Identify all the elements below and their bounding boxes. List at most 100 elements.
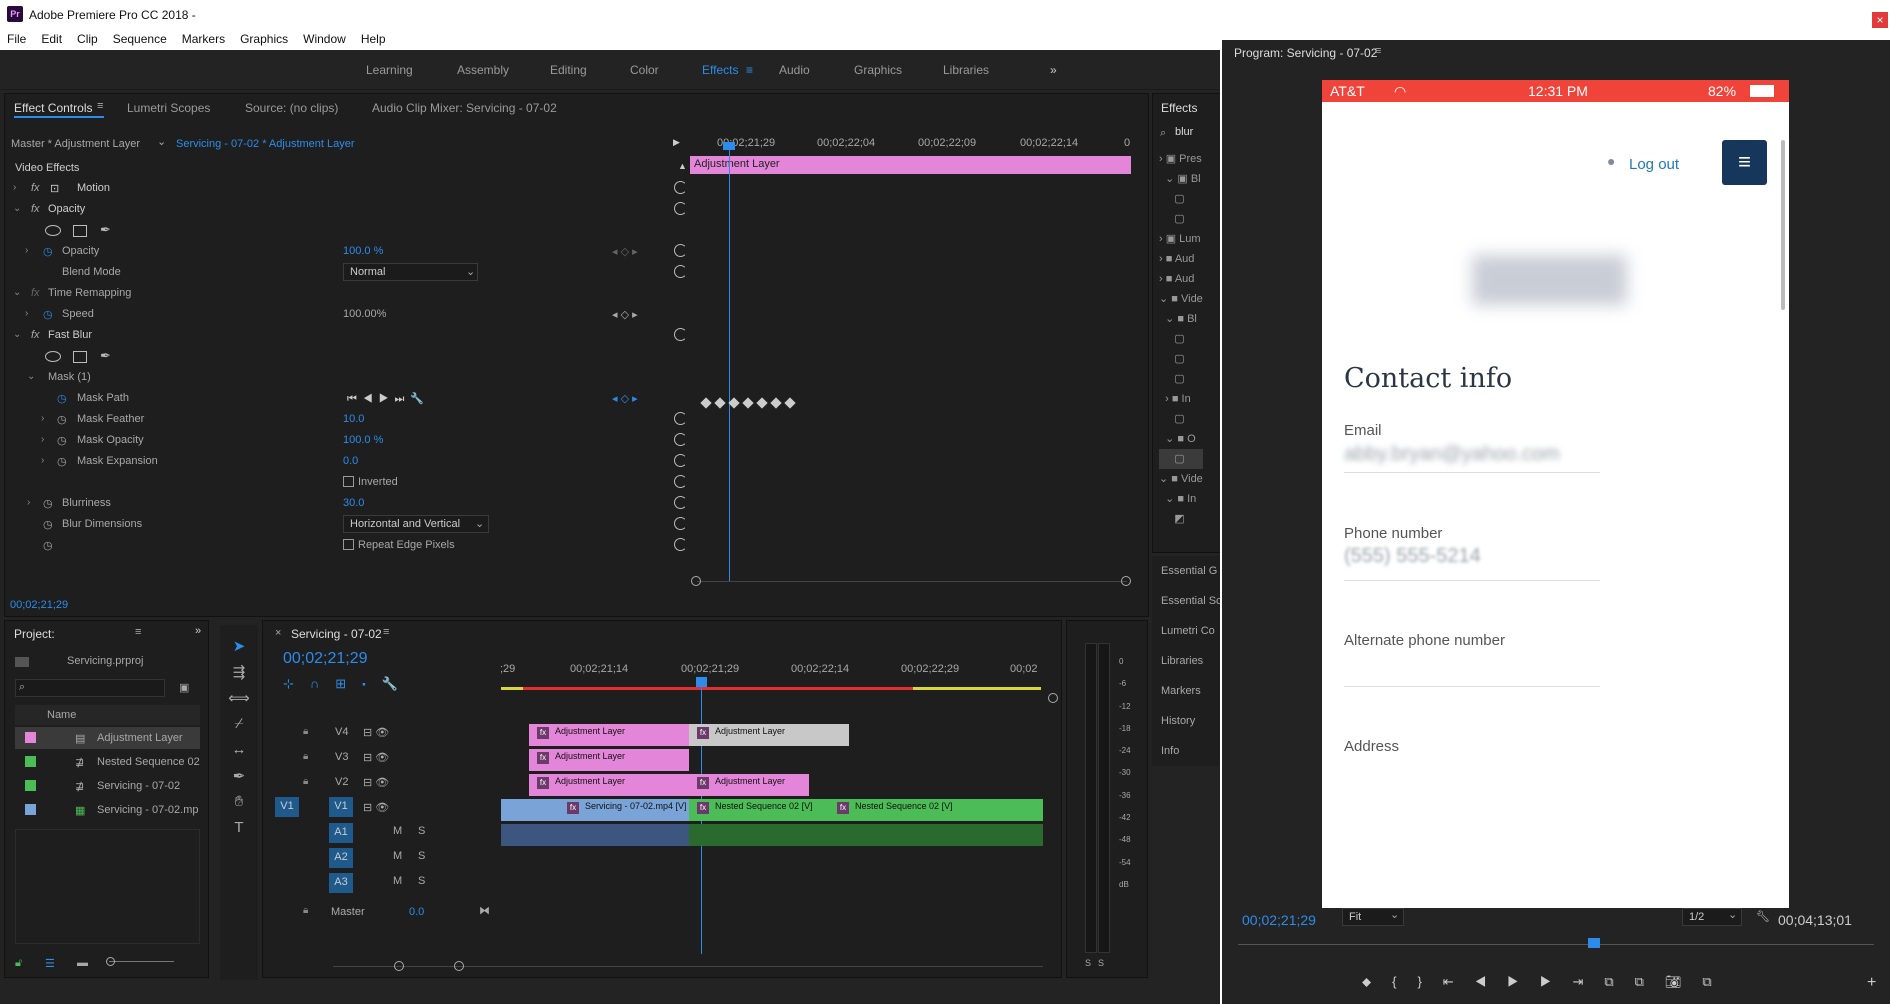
tree-item[interactable]: › ■ In <box>1159 389 1203 409</box>
clip-audio-a1b[interactable] <box>689 824 1043 846</box>
project-title[interactable]: Project: <box>14 627 55 641</box>
tree-item[interactable]: ▢ <box>1159 329 1203 349</box>
tree-item[interactable]: ▢ <box>1159 209 1203 229</box>
menu-edit[interactable]: Edit <box>34 30 70 50</box>
blurriness-value[interactable]: 30.0 <box>343 497 364 509</box>
ws-assembly[interactable]: Assembly <box>457 63 509 77</box>
tree-item[interactable]: ⌄ ■ Bl <box>1159 309 1203 329</box>
close-icon[interactable]: × <box>1872 12 1888 28</box>
stopwatch-icon[interactable]: ◷ <box>57 434 67 447</box>
timeline-playhead-handle[interactable] <box>696 677 707 687</box>
sequence-clip-label[interactable]: Servicing - 07-02 * Adjustment Layer <box>176 138 355 150</box>
ws-audio[interactable]: Audio <box>779 63 810 77</box>
property-row-repeat-edge[interactable]: ◷ Repeat Edge Pixels <box>5 535 695 556</box>
property-row-speed[interactable]: › ◷ Speed 100.00% ◂ ◇ ▸ <box>5 304 695 325</box>
inverted-checkbox[interactable] <box>343 476 354 487</box>
tree-item[interactable]: › ▣ Lum <box>1159 229 1203 249</box>
zoom-handle-right[interactable] <box>1121 576 1131 586</box>
pen-mask-icon[interactable]: ✒ <box>100 222 111 238</box>
track-label-a2[interactable]: A2 <box>329 848 353 868</box>
panel-menu-icon[interactable]: ≡ <box>383 626 389 638</box>
program-video-frame[interactable]: AT&T ◠ 12:31 PM 82% ● Log out ≡ Contact … <box>1322 80 1789 908</box>
stopwatch-icon[interactable]: ◷ <box>57 392 67 405</box>
reset-icon[interactable] <box>674 454 687 467</box>
opacity-value[interactable]: 100.0 % <box>343 245 383 257</box>
ec-playhead[interactable] <box>729 146 730 581</box>
timeline-zoom-bar[interactable] <box>333 966 1043 967</box>
mask-track-controls-icon[interactable]: ⏮◀▶⏭🔧 <box>347 392 430 406</box>
collapse-icon[interactable]: ▲ <box>678 161 687 171</box>
blur-dimensions-select[interactable]: Horizontal and Vertical <box>343 515 489 533</box>
hand-tool-icon[interactable]: ✋︎ <box>228 793 250 815</box>
lock-icon[interactable]: 🔒︎ <box>303 905 308 916</box>
tree-item[interactable]: ⌄ ■ In <box>1159 489 1203 509</box>
keyframe-nav-icon[interactable]: ◂ ◇ ▸ <box>612 308 638 321</box>
property-row-inverted[interactable]: Inverted <box>5 472 695 493</box>
stopwatch-icon[interactable]: ◷ <box>43 539 53 552</box>
keyframe[interactable] <box>770 397 782 409</box>
new-bin-icon[interactable]: ▣ <box>179 681 189 694</box>
sequence-dropdown-icon[interactable]: ⌄ <box>157 135 166 148</box>
timeline-timecode[interactable]: 00;02;21;29 <box>283 650 368 668</box>
clip-adjustment-v2b[interactable]: fx Adjustment Layer <box>689 774 809 796</box>
panel-menu-icon[interactable]: ≡ <box>135 626 141 638</box>
menu-help[interactable]: Help <box>354 30 394 50</box>
solo-left-button[interactable]: S <box>1085 958 1091 968</box>
ws-effects[interactable]: Effects <box>702 63 738 77</box>
sequence-tab[interactable]: Servicing - 07-02 <box>291 627 382 641</box>
menu-markers[interactable]: Markers <box>175 30 233 50</box>
ec-current-time[interactable]: 00;02;21;29 <box>10 599 68 611</box>
tree-item[interactable]: ⌄ ■ Vide <box>1159 289 1203 309</box>
track-select-tool-icon[interactable]: ⇶ <box>228 663 250 685</box>
lock-icon[interactable]: 🔒︎ <box>303 776 308 787</box>
clip-adjustment-v4b[interactable]: fx Adjustment Layer <box>689 724 849 746</box>
ec-clip-bar[interactable]: Adjustment Layer <box>690 156 1131 174</box>
razor-tool-icon[interactable]: ⌿ <box>228 715 250 737</box>
program-monitor-title[interactable]: Program: Servicing - 07-02 <box>1234 46 1377 60</box>
project-item[interactable]: ⋣ Nested Sequence 02 <box>15 751 200 773</box>
mask-feather-value[interactable]: 10.0 <box>343 413 364 425</box>
track-label-v1[interactable]: V1 <box>329 797 353 817</box>
ec-zoom-bar[interactable] <box>697 581 1127 582</box>
ws-editing[interactable]: Editing <box>550 63 587 77</box>
rect-mask-icon[interactable] <box>73 225 87 237</box>
zoom-slider-handle[interactable] <box>106 957 115 966</box>
tab-effect-controls[interactable]: Effect Controls <box>14 101 92 115</box>
effects-title[interactable]: Effects <box>1161 101 1197 115</box>
property-row-blurriness[interactable]: › ◷ Blurriness 30.0 <box>5 493 695 514</box>
mute-button[interactable]: M <box>393 875 402 887</box>
mask-path-keyframes[interactable] <box>700 397 800 409</box>
program-playhead[interactable] <box>1588 938 1600 948</box>
menu-graphics[interactable]: Graphics <box>233 30 296 50</box>
toggle-output-icon[interactable]: ⊟ 👁︎ <box>363 801 389 814</box>
keyframe-nav-icon[interactable]: ◂ ◇ ▸ <box>612 245 638 258</box>
keyframe-nav-icon[interactable]: ◂ ◇ ▸ <box>612 392 638 405</box>
effect-row-motion[interactable]: › fx ⊡ Motion <box>5 178 695 199</box>
effects-search-input[interactable]: blur <box>1175 126 1193 138</box>
track-label-v3[interactable]: V3 <box>335 751 348 763</box>
keyframe[interactable] <box>728 397 740 409</box>
blend-mode-select[interactable]: Normal <box>343 263 478 281</box>
mute-button[interactable]: M <box>393 850 402 862</box>
stopwatch-icon[interactable]: ◷ <box>57 413 67 426</box>
panel-menu-icon[interactable]: ≡ <box>97 100 103 112</box>
timeline-ruler[interactable]: ;29 00;02;21;14 00;02;21;29 00;02;22;14 … <box>498 661 1043 681</box>
reset-icon[interactable] <box>674 517 687 530</box>
icon-view-icon[interactable]: ▬ <box>77 957 88 969</box>
timeline-tools-icons[interactable]: ⊹∩⊞⬝🔧 <box>283 676 414 692</box>
track-label-v4[interactable]: V4 <box>335 726 348 738</box>
logout-link[interactable]: Log out <box>1629 156 1679 173</box>
toggle-output-icon[interactable]: ⊟ 👁︎ <box>363 751 389 764</box>
menu-clip[interactable]: Clip <box>70 30 106 50</box>
hamburger-menu-icon[interactable]: ≡ <box>1722 140 1767 185</box>
property-row-mask-expansion[interactable]: › ◷ Mask Expansion 0.0 <box>5 451 695 472</box>
keyframe[interactable] <box>756 397 768 409</box>
tree-item[interactable]: ▢ <box>1159 409 1203 429</box>
tab-essential-sound[interactable]: Essential Sc <box>1161 595 1222 607</box>
reset-icon[interactable] <box>674 538 687 551</box>
tree-item[interactable]: ⌄ ■ Vide <box>1159 469 1203 489</box>
clip-nested-v1[interactable]: fx Nested Sequence 02 [V] <box>689 799 829 821</box>
reset-icon[interactable] <box>674 202 687 215</box>
reset-icon[interactable] <box>674 433 687 446</box>
phone-value-blurred[interactable]: (555) 555-5214 <box>1344 545 1481 568</box>
